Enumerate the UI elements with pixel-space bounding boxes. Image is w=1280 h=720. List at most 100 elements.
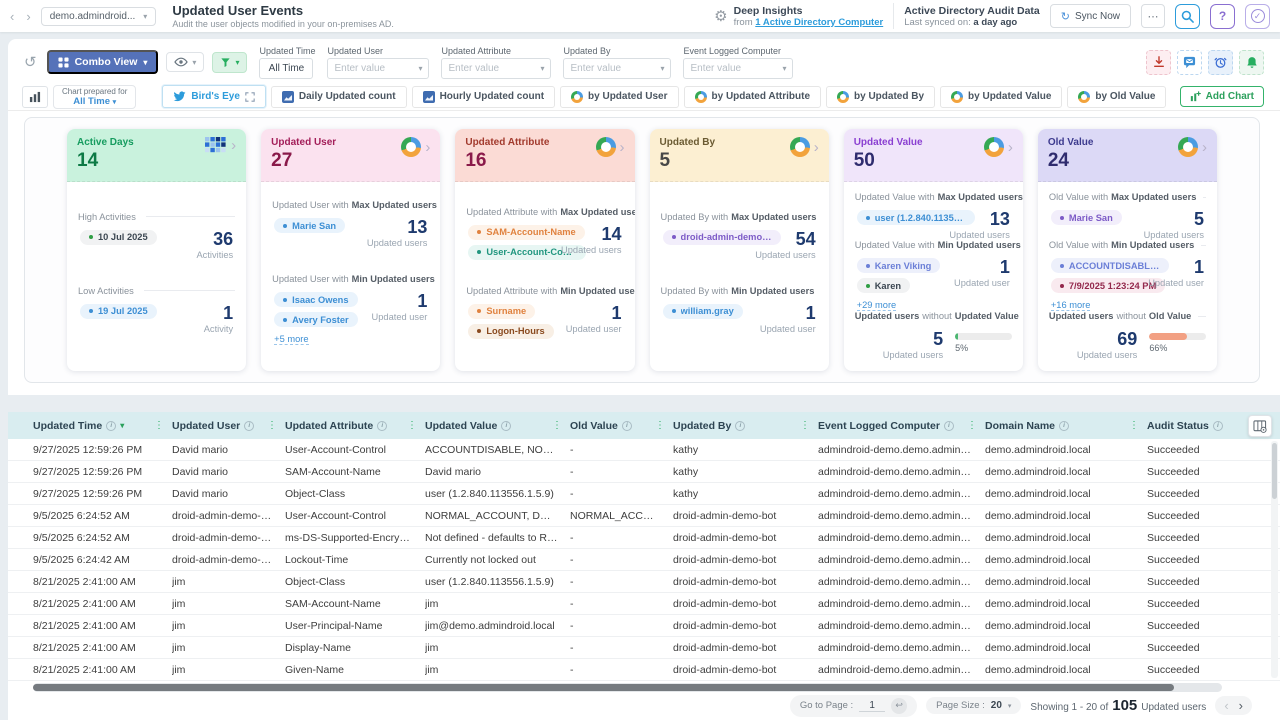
- info-icon[interactable]: i: [106, 421, 116, 431]
- tab-daily-updated-count[interactable]: Daily Updated count: [271, 86, 407, 108]
- info-icon[interactable]: i: [622, 421, 632, 431]
- tab-by-updated-value[interactable]: by Updated Value: [940, 86, 1062, 108]
- column-separator-icon[interactable]: ⋮: [800, 420, 810, 431]
- tab-birds-eye[interactable]: Bird's Eye: [162, 85, 266, 108]
- info-icon[interactable]: i: [501, 421, 511, 431]
- table-row[interactable]: 9/27/2025 12:59:26 PM David mario User-A…: [8, 439, 1280, 461]
- card-old-value[interactable]: Old Value 24 › Old Value withMax Updated…: [1038, 129, 1217, 371]
- table-row[interactable]: 8/21/2025 2:41:00 AM jim User-Principal-…: [8, 615, 1280, 637]
- tab-by-updated-user[interactable]: by Updated User: [560, 86, 678, 108]
- event-logged-computer-select[interactable]: Enter value ▾: [683, 58, 793, 79]
- entity-pill[interactable]: Marie San: [1051, 210, 1122, 225]
- goto-page-input[interactable]: [859, 700, 885, 712]
- updated-attribute-select[interactable]: Enter value ▾: [441, 58, 551, 79]
- visibility-button[interactable]: ▾: [166, 52, 204, 72]
- view-mode-button[interactable]: Combo View ▾: [47, 50, 159, 74]
- column-settings-button[interactable]: [1248, 415, 1272, 437]
- chevron-right-icon[interactable]: ›: [620, 140, 625, 155]
- col-old-value[interactable]: Old Valuei ⋮: [570, 420, 673, 432]
- entity-pill[interactable]: Surname: [468, 304, 535, 319]
- chevron-right-icon[interactable]: ›: [231, 138, 236, 153]
- horizontal-scrollbar[interactable]: [33, 683, 1222, 692]
- table-row[interactable]: 9/5/2025 6:24:52 AM droid-admin-demo-bot…: [8, 527, 1280, 549]
- card-updated-user[interactable]: Updated User 27 › Updated User withMax U…: [261, 129, 440, 371]
- column-separator-icon[interactable]: ⋮: [154, 420, 164, 431]
- sync-now-button[interactable]: ↻ Sync Now: [1050, 4, 1131, 28]
- more-link[interactable]: +29 more: [857, 300, 897, 311]
- entity-pill[interactable]: Isaac Owens: [274, 292, 357, 307]
- table-row[interactable]: 8/21/2025 2:41:00 AM jim Given-Name jim …: [8, 659, 1280, 681]
- table-row[interactable]: 9/27/2025 12:59:26 PM David mario Object…: [8, 483, 1280, 505]
- entity-pill[interactable]: Avery Foster: [274, 312, 358, 327]
- card-updated-value[interactable]: Updated Value 50 › Updated Value withMax…: [844, 129, 1023, 371]
- chevron-right-icon[interactable]: ›: [1008, 140, 1013, 155]
- alerts-button[interactable]: [1239, 50, 1264, 75]
- chevron-right-icon[interactable]: ›: [814, 140, 819, 155]
- add-chart-button[interactable]: Add Chart: [1180, 86, 1264, 107]
- col-event-logged-computer[interactable]: Event Logged Computeri ⋮: [818, 420, 985, 432]
- column-separator-icon[interactable]: ⋮: [967, 420, 977, 431]
- entity-pill[interactable]: 19 Jul 2025: [80, 304, 157, 319]
- column-separator-icon[interactable]: ⋮: [552, 420, 562, 431]
- col-updated-value[interactable]: Updated Valuei ⋮: [425, 420, 570, 432]
- updated-time-value[interactable]: All Time: [259, 58, 313, 79]
- sort-icon[interactable]: ▾: [120, 421, 124, 430]
- history-icon[interactable]: ↺: [24, 53, 37, 71]
- next-page-icon[interactable]: ›: [1239, 698, 1243, 713]
- filter-button[interactable]: ▾: [212, 52, 247, 73]
- chart-list-button[interactable]: [22, 86, 48, 108]
- entity-pill[interactable]: Karen Viking: [857, 258, 941, 273]
- updated-user-select[interactable]: Enter value ▾: [327, 58, 429, 79]
- column-separator-icon[interactable]: ⋮: [655, 420, 665, 431]
- info-icon[interactable]: i: [735, 421, 745, 431]
- card-updated-by[interactable]: Updated By 5 › Updated By withMax Update…: [650, 129, 829, 371]
- prev-page-icon[interactable]: ‹: [1224, 698, 1228, 713]
- page-size-control[interactable]: Page Size : 20 ▾: [926, 697, 1021, 714]
- col-updated-user[interactable]: Updated Useri ⋮: [172, 420, 285, 432]
- nav-forward-icon[interactable]: ›: [24, 9, 32, 24]
- scrollbar-thumb[interactable]: [1272, 443, 1277, 499]
- nav-back-icon[interactable]: ‹: [8, 9, 16, 24]
- table-row[interactable]: 8/21/2025 2:41:00 AM jim Object-Class us…: [8, 571, 1280, 593]
- chart-prepared-for[interactable]: Chart prepared for All Time ▾: [53, 85, 136, 109]
- chevron-right-icon[interactable]: ›: [1202, 140, 1207, 155]
- entity-pill[interactable]: Karen: [857, 278, 910, 293]
- table-row[interactable]: 8/21/2025 2:41:00 AM jim SAM-Account-Nam…: [8, 593, 1280, 615]
- entity-pill[interactable]: Marie San: [274, 218, 345, 233]
- vertical-scrollbar[interactable]: [1271, 441, 1278, 678]
- tab-hourly-updated-count[interactable]: Hourly Updated count: [412, 86, 555, 108]
- table-row[interactable]: 9/27/2025 12:59:26 PM David mario SAM-Ac…: [8, 461, 1280, 483]
- entity-pill[interactable]: william.gray: [663, 304, 743, 319]
- feedback-button[interactable]: [1177, 50, 1202, 75]
- tab-by-old-value[interactable]: by Old Value: [1067, 86, 1166, 108]
- table-row[interactable]: 8/21/2025 2:41:00 AM jim Display-Name ji…: [8, 637, 1280, 659]
- status-check-button[interactable]: ✓: [1245, 4, 1270, 29]
- info-icon[interactable]: i: [1213, 421, 1223, 431]
- col-updated-time[interactable]: Updated Timei ▾ ⋮: [33, 420, 172, 432]
- col-domain-name[interactable]: Domain Namei ⋮: [985, 420, 1147, 432]
- download-button[interactable]: [1146, 50, 1171, 75]
- column-separator-icon[interactable]: ⋮: [1129, 420, 1139, 431]
- info-icon[interactable]: i: [244, 421, 254, 431]
- col-updated-attribute[interactable]: Updated Attributei ⋮: [285, 420, 425, 432]
- info-icon[interactable]: i: [1059, 421, 1069, 431]
- card-active-days[interactable]: Active Days 14 › High Activities 10 Jul …: [67, 129, 246, 371]
- card-updated-attribute[interactable]: Updated Attribute 16 › Updated Attribute…: [455, 129, 634, 371]
- scrollbar-thumb[interactable]: [33, 684, 1174, 691]
- more-link[interactable]: +5 more: [274, 334, 308, 345]
- column-separator-icon[interactable]: ⋮: [267, 420, 277, 431]
- table-row[interactable]: 9/5/2025 6:24:42 AM droid-admin-demo-bot…: [8, 549, 1280, 571]
- entity-pill[interactable]: 10 Jul 2025: [80, 230, 157, 245]
- entity-pill[interactable]: Logon-Hours: [468, 324, 553, 339]
- col-updated-by[interactable]: Updated Byi ⋮: [673, 420, 818, 432]
- updated-by-select[interactable]: Enter value ▾: [563, 58, 671, 79]
- active-directory-computer-link[interactable]: 1 Active Directory Computer: [755, 17, 883, 28]
- search-button[interactable]: [1175, 4, 1200, 29]
- go-button[interactable]: ↩: [891, 698, 907, 714]
- more-options-button[interactable]: ⋯: [1141, 4, 1165, 28]
- schedule-button[interactable]: [1208, 50, 1233, 75]
- info-icon[interactable]: i: [944, 421, 954, 431]
- column-separator-icon[interactable]: ⋮: [407, 420, 417, 431]
- help-button[interactable]: ?: [1210, 4, 1235, 29]
- info-icon[interactable]: i: [377, 421, 387, 431]
